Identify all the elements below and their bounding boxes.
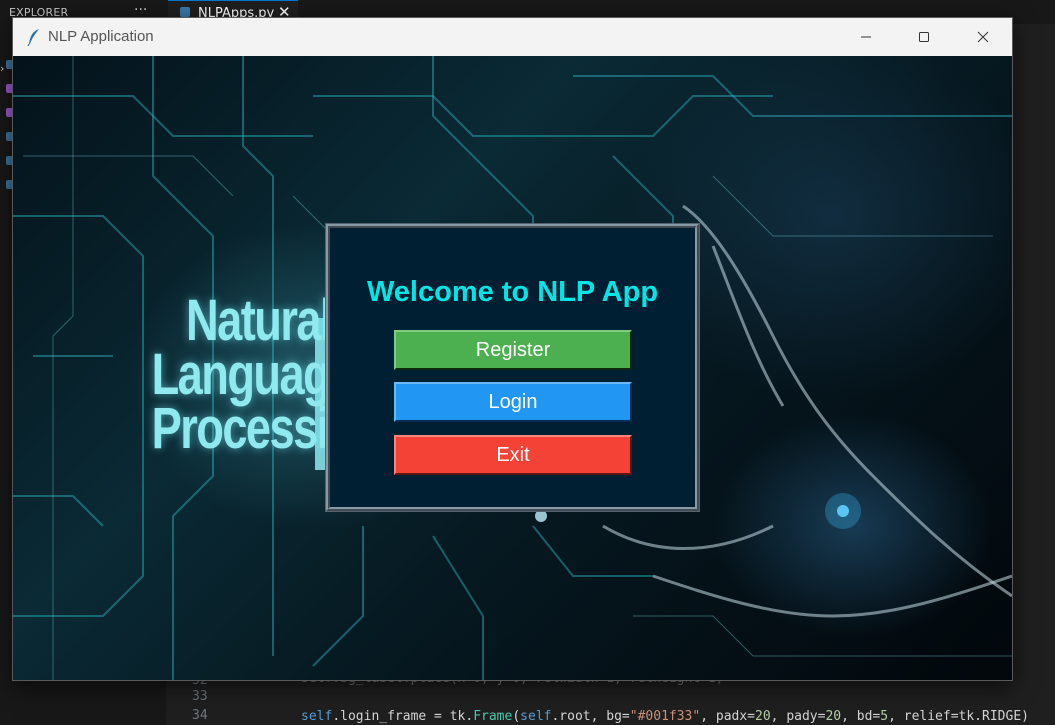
exit-button[interactable]: Exit bbox=[394, 435, 632, 475]
maximize-button[interactable] bbox=[895, 18, 953, 56]
nlp-heading-graphic: Natural Language Processing bbox=[151, 288, 382, 461]
folder-chevron-icon[interactable]: › bbox=[0, 62, 4, 75]
python-file-icon bbox=[180, 7, 190, 17]
line-number: 34 bbox=[192, 708, 208, 723]
minimize-button[interactable] bbox=[837, 18, 895, 56]
code-line: self.login_frame = tk.Frame(self.root, b… bbox=[301, 709, 1029, 724]
login-frame: Welcome to NLP App Register Login Exit bbox=[326, 224, 699, 511]
welcome-title: Welcome to NLP App bbox=[366, 276, 659, 308]
register-button[interactable]: Register bbox=[394, 330, 632, 370]
heading-line: Natural bbox=[186, 288, 333, 353]
close-icon bbox=[977, 31, 989, 43]
heading-line: Language bbox=[151, 342, 355, 407]
close-button[interactable] bbox=[954, 18, 1012, 56]
window-title: NLP Application bbox=[48, 28, 154, 45]
maximize-icon bbox=[919, 32, 929, 42]
minimize-icon bbox=[861, 36, 871, 38]
line-number: 33 bbox=[192, 689, 208, 704]
window-titlebar[interactable]: NLP Application bbox=[13, 18, 1012, 56]
explorer-more-icon[interactable]: ··· bbox=[134, 2, 147, 18]
feather-icon bbox=[27, 29, 39, 46]
heading-line: Processing bbox=[151, 396, 382, 461]
login-button[interactable]: Login bbox=[394, 382, 632, 422]
